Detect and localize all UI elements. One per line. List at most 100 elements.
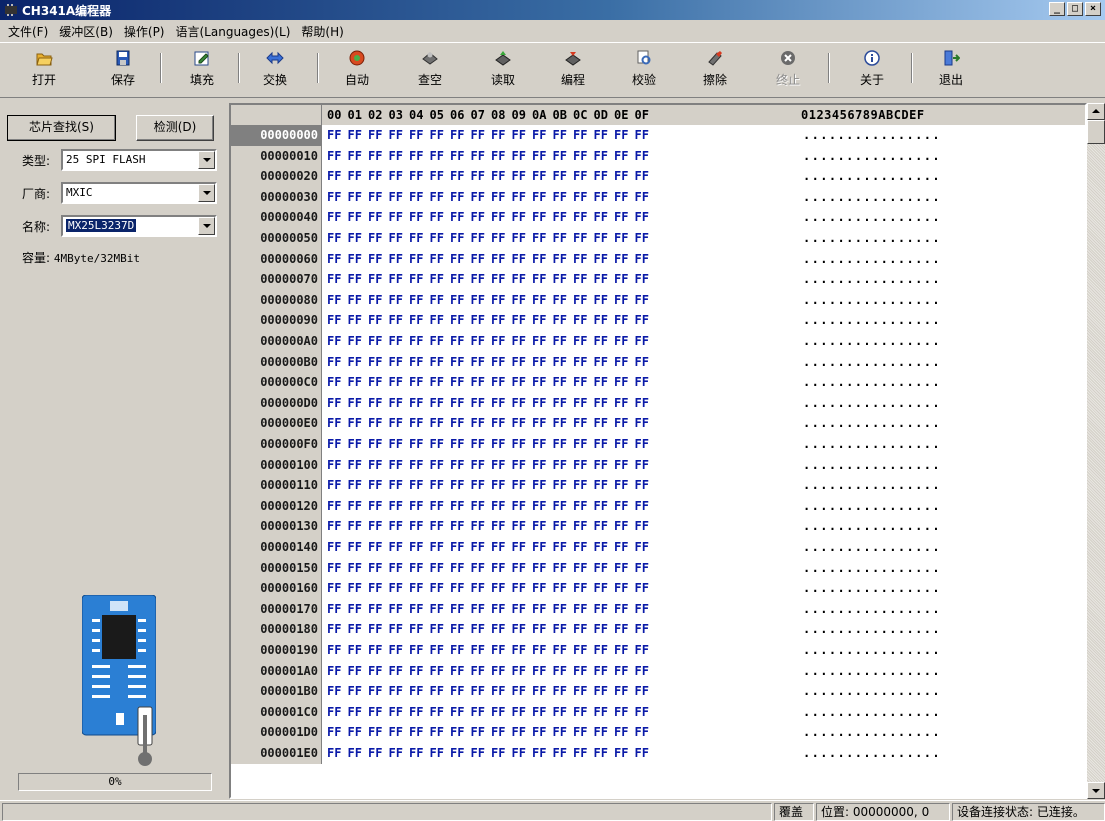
hex-byte[interactable]: FF <box>573 537 587 557</box>
hex-byte[interactable]: FF <box>614 207 628 227</box>
hex-ascii[interactable]: ................ <box>803 393 941 413</box>
hex-byte[interactable]: FF <box>327 352 341 372</box>
hex-byte[interactable]: FF <box>594 249 608 269</box>
hex-ascii[interactable]: ................ <box>803 187 941 207</box>
hex-byte[interactable]: FF <box>368 496 382 516</box>
hex-byte[interactable]: FF <box>409 558 423 578</box>
hex-byte[interactable]: FF <box>553 681 567 701</box>
hex-byte[interactable]: FF <box>471 125 485 145</box>
hex-byte[interactable]: FF <box>635 516 649 536</box>
hex-byte[interactable]: FF <box>573 166 587 186</box>
hex-byte[interactable]: FF <box>430 558 444 578</box>
hex-ascii[interactable]: ................ <box>803 352 941 372</box>
hex-byte[interactable]: FF <box>512 537 526 557</box>
hex-byte[interactable]: FF <box>512 393 526 413</box>
hex-byte[interactable]: FF <box>491 455 505 475</box>
hex-byte[interactable]: FF <box>450 290 464 310</box>
hex-byte[interactable]: FF <box>491 331 505 351</box>
hex-byte[interactable]: FF <box>348 187 362 207</box>
hex-byte[interactable]: FF <box>594 207 608 227</box>
hex-byte[interactable]: FF <box>348 310 362 330</box>
menu-buffer[interactable]: 缓冲区(B) <box>55 23 120 40</box>
chevron-down-icon[interactable] <box>198 184 215 202</box>
hex-byte[interactable]: FF <box>430 619 444 639</box>
hex-byte[interactable]: FF <box>471 681 485 701</box>
hex-byte[interactable]: FF <box>614 702 628 722</box>
hex-byte[interactable]: FF <box>471 434 485 454</box>
hex-byte[interactable]: FF <box>532 207 546 227</box>
hex-byte[interactable]: FF <box>389 146 403 166</box>
hex-byte[interactable]: FF <box>471 455 485 475</box>
hex-byte[interactable]: FF <box>450 228 464 248</box>
hex-ascii[interactable]: ................ <box>803 661 941 681</box>
hex-byte[interactable]: FF <box>368 249 382 269</box>
hex-byte[interactable]: FF <box>368 537 382 557</box>
hex-byte[interactable]: FF <box>430 661 444 681</box>
hex-byte[interactable]: FF <box>348 249 362 269</box>
hex-byte[interactable]: FF <box>348 537 362 557</box>
detect-button[interactable]: 检测(D) <box>136 115 214 141</box>
hex-byte[interactable]: FF <box>409 537 423 557</box>
hex-byte[interactable]: FF <box>573 496 587 516</box>
hex-byte[interactable]: FF <box>573 187 587 207</box>
hex-byte[interactable]: FF <box>614 619 628 639</box>
hex-byte[interactable]: FF <box>532 496 546 516</box>
menu-file[interactable]: 文件(F) <box>4 23 55 40</box>
hex-byte[interactable]: FF <box>491 146 505 166</box>
hex-byte[interactable]: FF <box>573 599 587 619</box>
hex-byte[interactable]: FF <box>430 702 444 722</box>
hex-byte[interactable]: FF <box>409 146 423 166</box>
hex-ascii[interactable]: ................ <box>803 455 941 475</box>
hex-byte[interactable]: FF <box>512 125 526 145</box>
hex-byte[interactable]: FF <box>635 681 649 701</box>
hex-byte[interactable]: FF <box>327 496 341 516</box>
hex-byte[interactable]: FF <box>553 228 567 248</box>
hex-byte[interactable]: FF <box>368 599 382 619</box>
hex-byte[interactable]: FF <box>594 125 608 145</box>
hex-byte[interactable]: FF <box>573 310 587 330</box>
hex-byte[interactable]: FF <box>389 207 403 227</box>
open-button[interactable]: 打开 <box>17 49 71 95</box>
hex-byte[interactable]: FF <box>635 455 649 475</box>
hex-byte[interactable]: FF <box>409 290 423 310</box>
hex-byte[interactable]: FF <box>389 681 403 701</box>
hex-byte[interactable]: FF <box>471 516 485 536</box>
hex-byte[interactable]: FF <box>409 207 423 227</box>
hex-byte[interactable]: FF <box>389 743 403 763</box>
hex-byte[interactable]: FF <box>450 681 464 701</box>
hex-byte[interactable]: FF <box>573 352 587 372</box>
hex-byte[interactable]: FF <box>614 558 628 578</box>
hex-byte[interactable]: FF <box>532 516 546 536</box>
hex-byte[interactable]: FF <box>450 743 464 763</box>
hex-byte[interactable]: FF <box>327 166 341 186</box>
hex-byte[interactable]: FF <box>491 619 505 639</box>
hex-byte[interactable]: FF <box>368 146 382 166</box>
hex-ascii[interactable]: ................ <box>803 619 941 639</box>
hex-byte[interactable]: FF <box>512 619 526 639</box>
hex-editor[interactable]: 00 01 02 03 04 05 06 07 08 09 0A 0B 0C 0D 0E 0F 0123456… <box>229 103 1087 799</box>
hex-byte[interactable]: FF <box>553 743 567 763</box>
hex-byte[interactable]: FF <box>594 413 608 433</box>
hex-byte[interactable]: FF <box>450 434 464 454</box>
hex-byte[interactable]: FF <box>594 187 608 207</box>
hex-byte[interactable]: FF <box>573 372 587 392</box>
hex-byte[interactable]: FF <box>512 661 526 681</box>
hex-byte[interactable]: FF <box>430 269 444 289</box>
hex-byte[interactable]: FF <box>614 352 628 372</box>
hex-byte[interactable]: FF <box>348 393 362 413</box>
hex-byte[interactable]: FF <box>573 393 587 413</box>
hex-byte[interactable]: FF <box>532 352 546 372</box>
hex-byte[interactable]: FF <box>532 475 546 495</box>
scroll-thumb[interactable] <box>1087 120 1105 144</box>
hex-byte[interactable]: FF <box>389 455 403 475</box>
hex-ascii[interactable]: ................ <box>803 228 941 248</box>
hex-byte[interactable]: FF <box>491 249 505 269</box>
hex-byte[interactable]: FF <box>348 146 362 166</box>
hex-byte[interactable]: FF <box>348 619 362 639</box>
hex-byte[interactable]: FF <box>430 413 444 433</box>
hex-byte[interactable]: FF <box>594 743 608 763</box>
hex-byte[interactable]: FF <box>471 310 485 330</box>
hex-byte[interactable]: FF <box>553 455 567 475</box>
hex-byte[interactable]: FF <box>368 661 382 681</box>
hex-byte[interactable]: FF <box>450 331 464 351</box>
